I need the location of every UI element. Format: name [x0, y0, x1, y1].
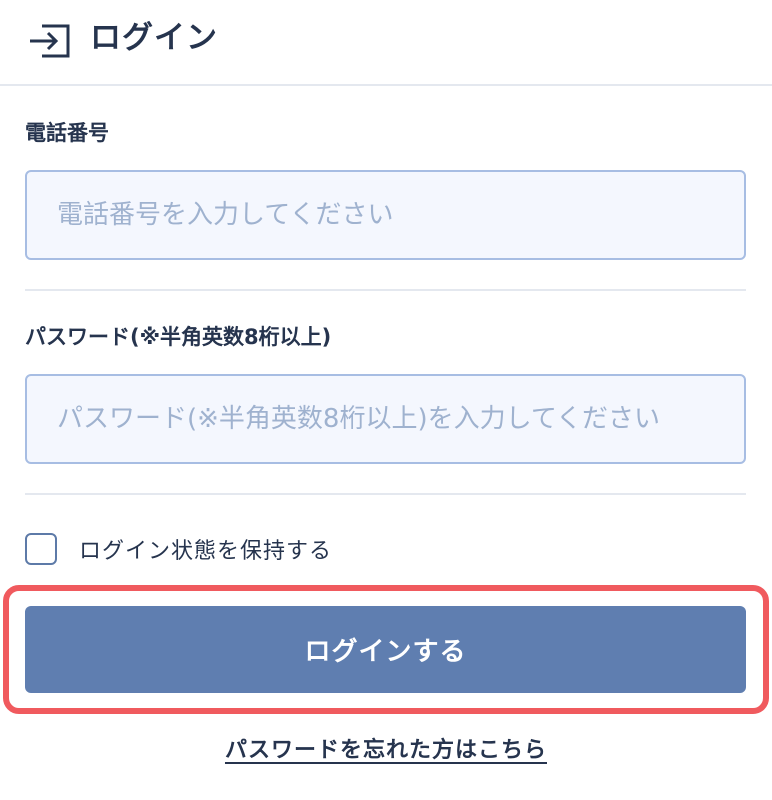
login-page: ログイン 電話番号 パスワード(※半角英数8桁以上) ログイン状態を保持する ロ… — [0, 0, 772, 800]
remember-login-option[interactable]: ログイン状態を保持する — [25, 530, 332, 568]
page-header: ログイン — [0, 0, 772, 86]
phone-label: 電話番号 — [25, 121, 109, 145]
page-title: ログイン — [90, 20, 218, 56]
phone-input[interactable] — [25, 170, 746, 260]
login-icon — [30, 24, 70, 58]
remember-login-checkbox[interactable] — [25, 533, 57, 565]
remember-login-label: ログイン状態を保持する — [79, 539, 333, 564]
login-button[interactable]: ログインする — [25, 606, 746, 693]
password-input[interactable] — [25, 374, 746, 464]
forgot-password-link[interactable]: パスワードを忘れた方はこちら — [225, 738, 547, 763]
password-label: パスワード(※半角英数8桁以上) — [25, 325, 332, 349]
forgot-password: パスワードを忘れた方はこちら — [0, 734, 772, 768]
divider — [25, 493, 746, 495]
divider — [25, 289, 746, 291]
